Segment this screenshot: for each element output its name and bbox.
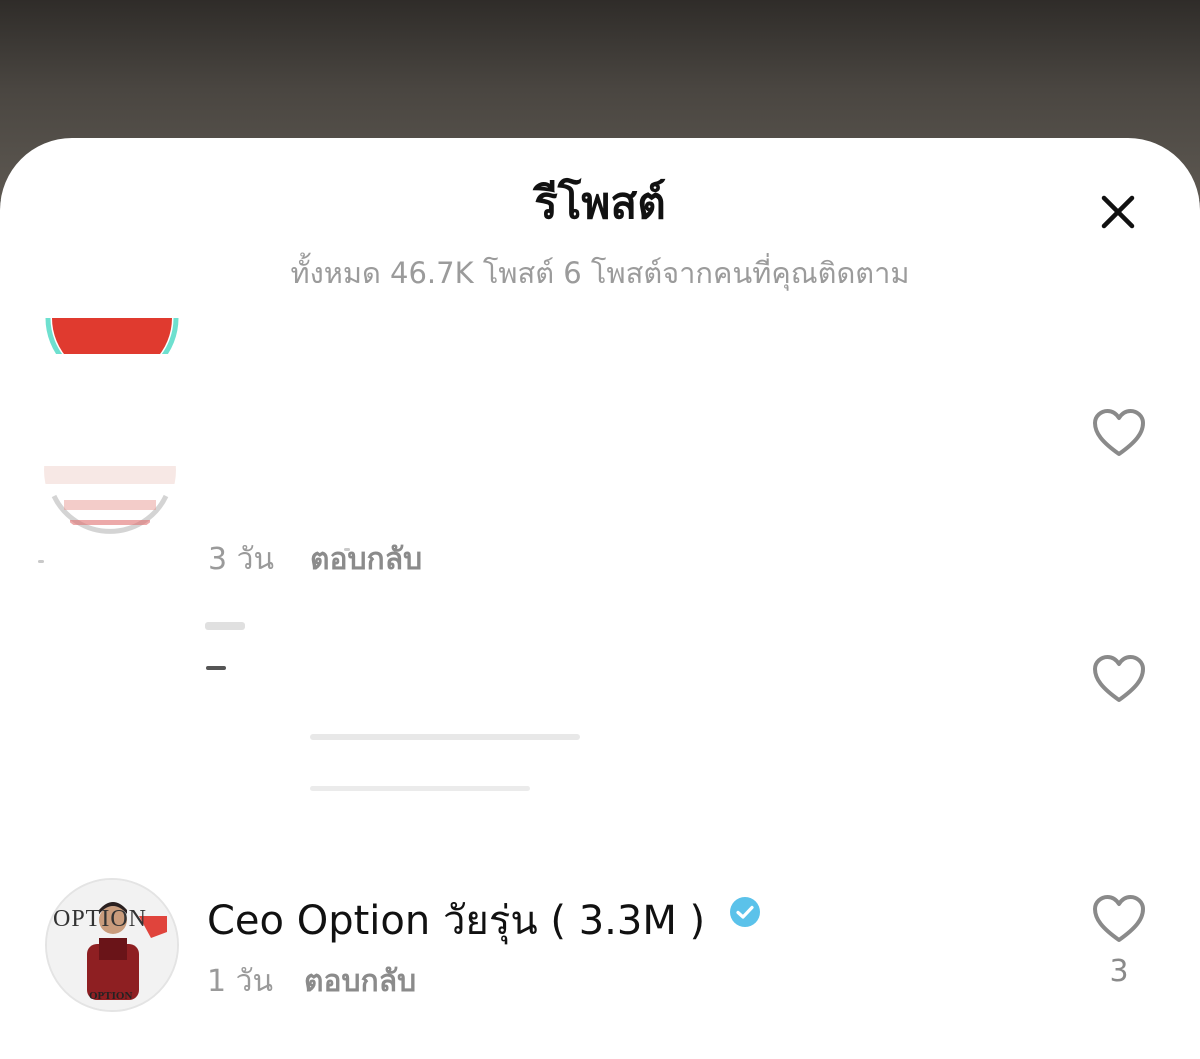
sheet-title: รีโพสต์ (534, 178, 666, 229)
reply-button[interactable]: ตอบกลับ (310, 536, 422, 583)
redacted-text (38, 560, 44, 563)
avatar[interactable]: OPTION OPTION (45, 878, 179, 1012)
redacted-text (310, 786, 530, 791)
heart-icon[interactable] (1092, 894, 1146, 944)
avatar-partial (45, 317, 179, 354)
comment-time: 1 วัน (207, 964, 273, 999)
avatar-caption: OPTION (89, 990, 133, 1002)
verified-badge-icon (730, 897, 760, 927)
reply-button[interactable]: ตอบกลับ (304, 958, 416, 1005)
redacted-text (205, 622, 245, 630)
like-count: 3 (1109, 954, 1129, 989)
redacted-text (310, 734, 580, 740)
repost-sheet: รีโพสต์ ทั้งหมด 46.7K โพสต์ 6 โพสต์จากคน… (0, 138, 1200, 1059)
avatar-logo: OPTION (53, 906, 147, 932)
heart-icon[interactable] (1092, 654, 1146, 704)
comment-time: 3 วัน (208, 542, 274, 577)
heart-icon[interactable] (1092, 408, 1146, 458)
close-icon[interactable] (1096, 190, 1140, 234)
repost-summary: ทั้งหมด 46.7K โพสต์ 6 โพสต์จากคนที่คุณติ… (290, 256, 910, 290)
commenter-name[interactable]: Ceo Option วัยรุ่น ( 3.3M ) (207, 888, 705, 952)
avatar[interactable] (44, 404, 176, 536)
avatar-redacted (44, 466, 176, 534)
redacted-text (206, 666, 226, 670)
